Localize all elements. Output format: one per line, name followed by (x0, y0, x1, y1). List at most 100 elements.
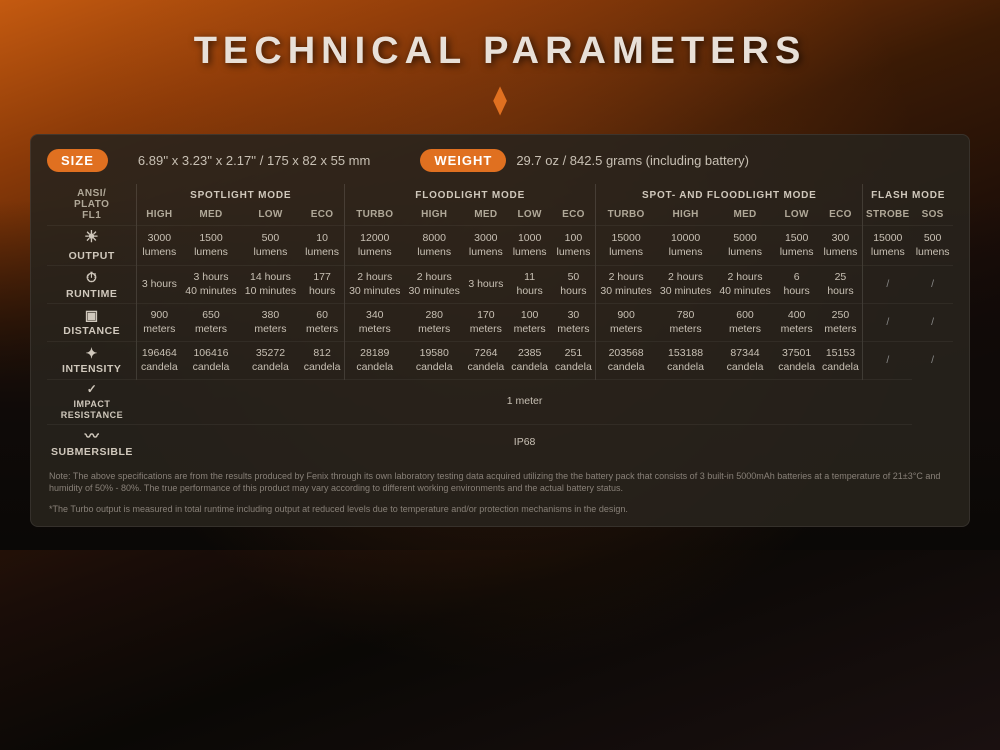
distance-high-flood: 280meters (405, 304, 464, 342)
submersible-icon: 〰 (85, 427, 100, 445)
runtime-turbo-sf: 2 hours30 minutes (596, 266, 656, 304)
intensity-turbo-sf: 203568candela (596, 342, 656, 380)
subheader-low-1: LOW (241, 206, 300, 226)
distance-med-flood: 170meters (464, 304, 508, 342)
output-turbo-flood: 12000lumens (345, 226, 405, 266)
distance-sos: / (912, 304, 953, 342)
output-row: ☀ OUTPUT 3000lumens 1500lumens 500lumens… (47, 226, 953, 266)
intensity-low-sf: 37501candela (775, 342, 819, 380)
distance-label: ▣ DISTANCE (47, 304, 137, 342)
distance-med-spot: 650meters (181, 304, 240, 342)
output-turbo-sf: 15000lumens (596, 226, 656, 266)
distance-high-spot: 900meters (137, 304, 181, 342)
output-eco-spot: 10lumens (300, 226, 344, 266)
size-badge: SIZE (47, 149, 108, 172)
runtime-strobe: / (863, 266, 912, 304)
subheader-eco-1: ECO (300, 206, 344, 226)
subheader-high-2: HIGH (405, 206, 464, 226)
subheader-low-2: LOW (508, 206, 552, 226)
subheader-low-3: LOW (775, 206, 819, 226)
distance-turbo-flood: 340meters (345, 304, 405, 342)
runtime-eco-flood: 50hours (552, 266, 596, 304)
runtime-turbo-flood: 2 hours30 minutes (345, 266, 405, 304)
subheader-turbo-2: TURBO (596, 206, 656, 226)
flash-header: FLASH MODE (863, 184, 953, 206)
spot-flood-header: SPOT- AND FLOODLIGHT MODE (596, 184, 863, 206)
output-strobe: 15000lumens (863, 226, 912, 266)
output-sos: 500lumens (912, 226, 953, 266)
runtime-high-flood: 2 hours30 minutes (405, 266, 464, 304)
intensity-low-spot: 35272candela (241, 342, 300, 380)
output-low-sf: 1500lumens (775, 226, 819, 266)
intensity-high-spot: 196464candela (137, 342, 181, 380)
distance-icon: ▣ (85, 306, 99, 324)
distance-low-sf: 400meters (775, 304, 819, 342)
subheader-eco-2: ECO (552, 206, 596, 226)
parameters-table-container: SIZE 6.89'' x 3.23'' x 2.17'' / 175 x 82… (30, 134, 970, 527)
output-eco-flood: 100lumens (552, 226, 596, 266)
intensity-high-flood: 19580candela (405, 342, 464, 380)
runtime-high-sf: 2 hours30 minutes (656, 266, 715, 304)
distance-eco-sf: 250meters (819, 304, 863, 342)
impact-row: ✓ IMPACT RESISTANCE 1 meter (47, 379, 953, 424)
floodlight-header: FLOODLIGHT MODE (345, 184, 596, 206)
runtime-low-spot: 14 hours10 minutes (241, 266, 300, 304)
output-icon: ☀ (84, 228, 99, 249)
runtime-row: ⏱ RUNTIME 3 hours 3 hours40 minutes 14 h… (47, 266, 953, 304)
runtime-high-spot: 3 hours (137, 266, 181, 304)
intensity-row: ✦ INTENSITY 196464candela 106416candela … (47, 342, 953, 380)
output-high-spot: 3000lumens (137, 226, 181, 266)
intensity-icon: ✦ (86, 344, 98, 362)
runtime-med-spot: 3 hours40 minutes (181, 266, 240, 304)
output-med-spot: 1500lumens (181, 226, 240, 266)
output-high-sf: 10000lumens (656, 226, 715, 266)
subheader-high-1: HIGH (137, 206, 181, 226)
distance-low-flood: 100meters (508, 304, 552, 342)
submersible-row: 〰 SUBMERSIBLE IP68 (47, 424, 953, 461)
subheader-eco-3: ECO (819, 206, 863, 226)
impact-icon: ✓ (87, 382, 98, 398)
subheader-sos: SOS (912, 206, 953, 226)
distance-strobe: / (863, 304, 912, 342)
ansi-header: ANSI/PLATOFL1 (47, 184, 137, 226)
note-2: *The Turbo output is measured in total r… (47, 503, 953, 516)
intensity-label: ✦ INTENSITY (47, 342, 137, 380)
subheader-med-1: MED (181, 206, 240, 226)
subheader-med-2: MED (464, 206, 508, 226)
runtime-eco-sf: 25hours (819, 266, 863, 304)
intensity-eco-flood: 251candela (552, 342, 596, 380)
weight-value: 29.7 oz / 842.5 grams (including battery… (516, 153, 749, 168)
intensity-strobe: / (863, 342, 912, 380)
runtime-low-flood: 11hours (508, 266, 552, 304)
output-low-spot: 500lumens (241, 226, 300, 266)
page-content: TECHNICAL PARAMETERS ⧫ SIZE 6.89'' x 3.2… (0, 0, 1000, 750)
subheader-med-3: MED (715, 206, 774, 226)
submersible-value: IP68 (137, 424, 912, 461)
runtime-eco-spot: 177hours (300, 266, 344, 304)
distance-eco-spot: 60meters (300, 304, 344, 342)
distance-row: ▣ DISTANCE 900meters 650meters 380meters… (47, 304, 953, 342)
distance-med-sf: 600meters (715, 304, 774, 342)
runtime-med-sf: 2 hours40 minutes (715, 266, 774, 304)
page-title: TECHNICAL PARAMETERS (194, 30, 807, 73)
impact-value: 1 meter (137, 379, 912, 424)
output-med-sf: 5000lumens (715, 226, 774, 266)
size-value: 6.89'' x 3.23'' x 2.17'' / 175 x 82 x 55… (138, 153, 370, 168)
runtime-icon: ⏱ (86, 268, 97, 286)
intensity-low-flood: 2385candela (508, 342, 552, 380)
runtime-label: ⏱ RUNTIME (47, 266, 137, 304)
intensity-eco-spot: 812candela (300, 342, 344, 380)
subheader-high-3: HIGH (656, 206, 715, 226)
intensity-med-flood: 7264candela (464, 342, 508, 380)
chevron-down-icon: ⧫ (493, 83, 507, 116)
intensity-med-spot: 106416candela (181, 342, 240, 380)
intensity-eco-sf: 15153candela (819, 342, 863, 380)
specs-table: ANSI/PLATOFL1 SPOTLIGHT MODE FLOODLIGHT … (47, 184, 953, 462)
output-high-flood: 8000lumens (405, 226, 464, 266)
size-weight-row: SIZE 6.89'' x 3.23'' x 2.17'' / 175 x 82… (47, 149, 953, 172)
weight-badge: WEIGHT (420, 149, 506, 172)
distance-high-sf: 780meters (656, 304, 715, 342)
intensity-sos: / (912, 342, 953, 380)
runtime-low-sf: 6hours (775, 266, 819, 304)
intensity-high-sf: 153188candela (656, 342, 715, 380)
